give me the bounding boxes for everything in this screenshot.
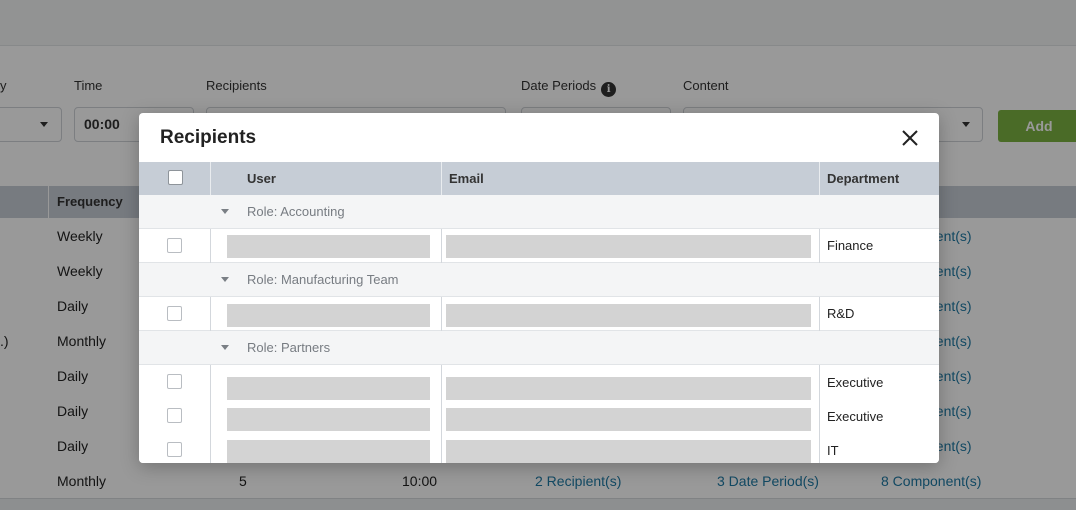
column-divider: [210, 162, 211, 195]
column-divider: [210, 229, 211, 263]
user-placeholder: [227, 408, 430, 431]
modal-title: Recipients: [160, 127, 257, 148]
recipient-row: R&D: [139, 297, 939, 331]
group-label: Role: Manufacturing Team: [247, 272, 399, 287]
email-placeholder: [446, 377, 811, 400]
email-column-header[interactable]: Email: [449, 162, 484, 195]
group-row-manufacturing-team[interactable]: Role: Manufacturing Team: [139, 263, 939, 297]
row-checkbox[interactable]: [167, 374, 182, 389]
group-label: Role: Partners: [247, 340, 331, 355]
column-divider: [819, 229, 820, 263]
email-placeholder: [446, 440, 811, 463]
column-divider: [210, 297, 211, 331]
select-all-checkbox[interactable]: [168, 170, 183, 185]
group-row-partners[interactable]: Role: Partners: [139, 331, 939, 365]
row-checkbox[interactable]: [167, 408, 182, 423]
column-divider: [819, 365, 820, 463]
recipient-row: Finance: [139, 229, 939, 263]
department-cell: Executive: [827, 375, 884, 390]
close-icon: [902, 130, 918, 146]
user-placeholder: [227, 440, 430, 463]
department-cell: Executive: [827, 409, 884, 424]
column-divider: [210, 365, 211, 463]
department-cell: IT: [827, 443, 839, 458]
user-placeholder: [227, 377, 430, 400]
collapse-triangle-icon[interactable]: [221, 209, 229, 214]
column-divider: [819, 297, 820, 331]
collapse-triangle-icon[interactable]: [221, 277, 229, 282]
user-column-header[interactable]: User: [247, 162, 276, 195]
recipient-rows-block: Executive Executive IT: [139, 365, 939, 463]
recipients-table-header: User Email Department: [139, 162, 939, 195]
collapse-triangle-icon[interactable]: [221, 345, 229, 350]
email-placeholder: [446, 408, 811, 431]
recipients-modal: Recipients User Email Department Role: A…: [139, 113, 939, 463]
close-button[interactable]: [899, 127, 921, 149]
column-divider: [441, 229, 442, 263]
user-placeholder: [227, 304, 430, 327]
department-column-header[interactable]: Department: [827, 162, 899, 195]
user-placeholder: [227, 235, 430, 258]
email-placeholder: [446, 304, 811, 327]
email-placeholder: [446, 235, 811, 258]
department-cell: Finance: [827, 238, 874, 253]
column-divider: [819, 162, 820, 195]
row-checkbox[interactable]: [167, 442, 182, 457]
column-divider: [441, 162, 442, 195]
group-label: Role: Accounting: [247, 204, 345, 219]
group-row-accounting[interactable]: Role: Accounting: [139, 195, 939, 229]
column-divider: [441, 297, 442, 331]
department-cell: R&D: [827, 306, 855, 321]
column-divider: [441, 365, 442, 463]
row-checkbox[interactable]: [167, 238, 182, 253]
row-checkbox[interactable]: [167, 306, 182, 321]
